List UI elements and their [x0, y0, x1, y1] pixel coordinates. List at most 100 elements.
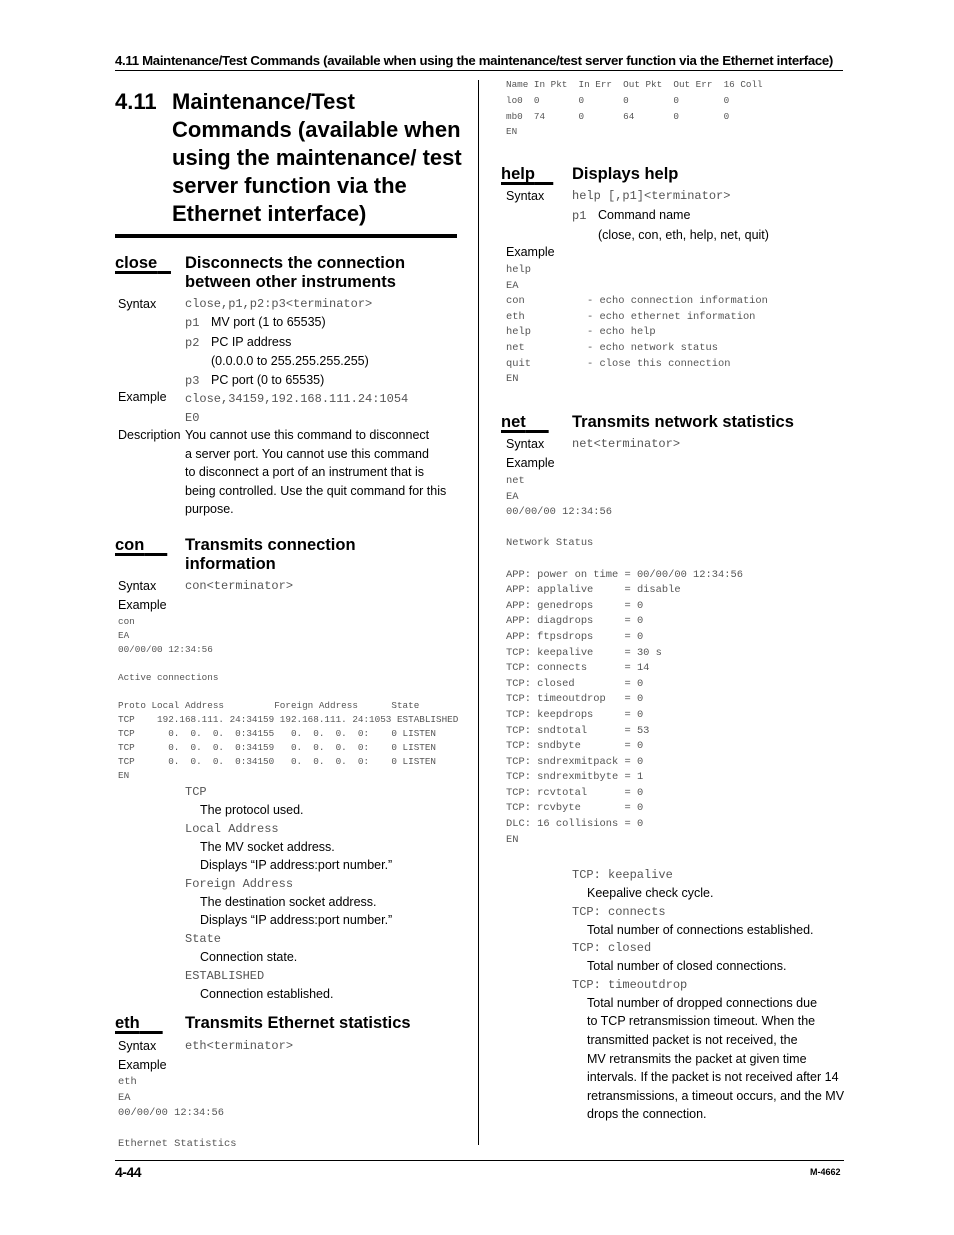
description-line: You cannot use this command to disconnec… [185, 428, 430, 442]
output-line: EA [118, 1091, 131, 1104]
param-row: (0.0.0.0 to 255.255.255.255) [185, 352, 465, 371]
field-description: Total number of dropped connections due [587, 995, 818, 1010]
output-line: 00/00/00 12:34:56 [118, 1107, 225, 1120]
output-line: 00/00/00 12:34:56 [506, 506, 613, 519]
table-row: mb0 74 0 64 0 0 [506, 110, 730, 122]
output-line: eth [118, 1076, 137, 1088]
section-title-text: Maintenance/Test Commands (available whe… [172, 89, 462, 226]
param-row: p1 MV port (1 to 65535) [185, 313, 465, 333]
output-line: TCP: connects = 14 [506, 662, 650, 675]
field-description: The destination socket address. [200, 894, 377, 909]
field-description: The MV socket address. [200, 839, 335, 854]
output-line: TCP: sndbyte = 0 [506, 740, 644, 753]
command-name-close: close [115, 254, 158, 272]
field-description: Displays “IP address:port number.” [200, 858, 393, 873]
output-line: APP: genedrops = 0 [506, 599, 644, 612]
param-row: p1 Command name [572, 206, 852, 226]
table-row: lo0 0 0 0 0 0 [506, 94, 730, 106]
field-description: Total number of closed connections. [587, 959, 787, 974]
output-line: TCP: keepdrops = 0 [506, 708, 644, 721]
close-params: p1 MV port (1 to 65535) p2 PC IP address (… [185, 313, 465, 390]
output-line: net - echo network status [506, 341, 719, 354]
command-name-net: net [501, 413, 526, 431]
eth-example-output: eth EA 00/00/00 12:34:56 Ethernet Statisti… [118, 1075, 236, 1153]
field-description: transmitted packet is not received, the [587, 1032, 798, 1047]
command-title-help: Displays help [572, 165, 679, 183]
net-syntax: net<terminator> [572, 437, 681, 451]
output-line: TCP: rcvtotal = 0 [506, 786, 644, 799]
output-line: TCP: closed = 0 [506, 677, 644, 690]
con-example-output: con EA 00/00/00 12:34:56 Active connection… [118, 615, 458, 783]
output-line: con - echo connection information [506, 295, 768, 308]
table-header: Name In Pkt In Err Out Pkt Out Err 16 Co… [506, 79, 763, 90]
output-line: TCP: sndtotal = 53 [506, 724, 650, 737]
syntax-label: Syntax [118, 579, 157, 593]
help-example-output: help EA con - echo connection information e… [506, 263, 768, 388]
output-line: TCP 0. 0. 0. 0:34155 0. 0. 0. 0: 0 LISTE… [118, 728, 437, 739]
output-line: TCP: timeoutdrop = 0 [506, 693, 644, 706]
param-text: Command name [598, 208, 691, 222]
title-line: Transmits connection [185, 536, 356, 554]
eth-syntax: eth<terminator> [185, 1039, 294, 1053]
field-term: Foreign Address [185, 876, 294, 891]
field-description: drops the connection. [587, 1107, 707, 1122]
con-field-list: TCP The protocol used. Local Address The MV… [185, 783, 465, 1003]
command-name-con: con [115, 536, 145, 554]
net-example-output: net EA 00/00/00 12:34:56 Network Status AP… [506, 474, 743, 848]
output-line: EA [118, 630, 130, 641]
command-title-net: Transmits network statistics [572, 413, 794, 431]
field-term: TCP: closed [572, 941, 652, 956]
output-line: Ethernet Statistics [118, 1138, 237, 1151]
description-line: being controlled. Use the quit command f… [185, 483, 447, 498]
description-line: purpose. [185, 502, 234, 517]
field-description: Connection state. [200, 949, 298, 964]
command-name-eth: eth [115, 1014, 140, 1032]
description-line: to disconnect a port of an instrument th… [185, 465, 425, 480]
field-description: Keepalive check cycle. [587, 886, 714, 900]
example-line: close,34159,192.168.111.24:1054 [185, 392, 409, 406]
output-line: APP: diagdrops = 0 [506, 615, 644, 628]
section-number: 4.11 [115, 89, 157, 114]
command-title-close: Disconnects the connection between other… [185, 254, 465, 292]
example-label: Example [118, 390, 167, 404]
syntax-label: Syntax [506, 189, 545, 203]
field-term: TCP: connects [572, 904, 666, 919]
output-line: EA [506, 490, 519, 503]
output-line: Network Status [506, 537, 594, 550]
param-key: p2 [185, 335, 200, 350]
output-line: DLC: 16 collisions = 0 [506, 818, 644, 831]
field-description: retransmissions, a timeout occurs, and t… [587, 1088, 845, 1103]
close-description: You cannot use this command to disconnec… [185, 426, 465, 519]
column-divider [478, 80, 479, 1145]
param-row: p2 PC IP address [185, 333, 465, 353]
param-text: MV port (1 to 65535) [211, 315, 326, 329]
param-row: (close, con, eth, help, net, quit) [572, 226, 852, 245]
field-description: intervals. If the packet is not received… [587, 1070, 839, 1085]
field-description: The protocol used. [200, 803, 304, 817]
field-description: Displays “IP address:port number.” [200, 913, 393, 928]
running-header: 4.11 Maintenance/Test Commands (availabl… [115, 53, 843, 71]
output-line: TCP: keepalive = 30 s [506, 646, 662, 659]
example-label: Example [506, 456, 555, 470]
param-key: p1 [185, 316, 200, 330]
output-line: TCP: rcvbyte = 0 [506, 802, 644, 815]
output-line: Proto Local Address Foreign Address Stat… [118, 700, 420, 711]
example-label: Example [118, 598, 167, 612]
output-line: quit - close this connection [506, 357, 731, 370]
document-code: M-4662 [810, 1167, 841, 1177]
field-description: to TCP retransmission timeout. When the [587, 1014, 816, 1029]
section-rule [115, 234, 457, 238]
output-line: APP: applalive = disable [506, 584, 681, 597]
output-line: Active connections [118, 672, 219, 683]
output-line: TCP: sndrexmitbyte = 1 [506, 771, 644, 784]
output-line: 00/00/00 12:34:56 [118, 644, 213, 655]
output-line: eth - echo ethernet information [506, 310, 756, 323]
output-line: net [506, 475, 525, 487]
command-name-help: help [501, 165, 535, 183]
output-line: TCP 192.168.111. 24:34159 192.168.111. 2… [118, 714, 459, 725]
